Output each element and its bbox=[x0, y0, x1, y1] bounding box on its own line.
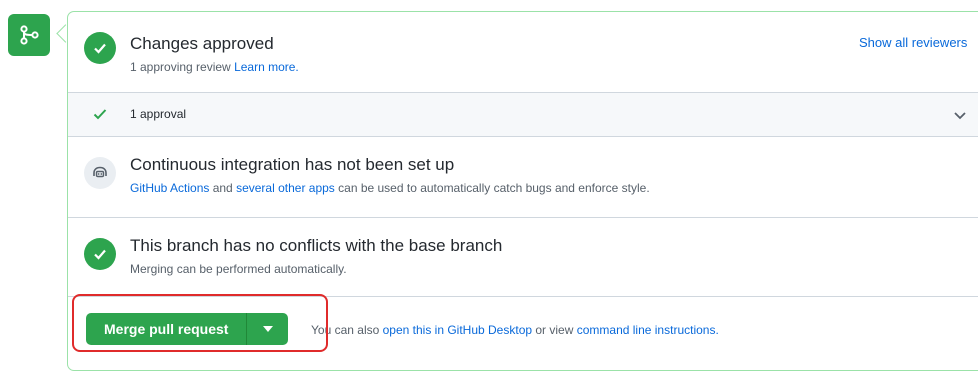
merge-button-group: Merge pull request bbox=[86, 313, 289, 345]
conflicts-section: This branch has no conflicts with the ba… bbox=[68, 218, 978, 296]
review-title: Changes approved bbox=[130, 34, 274, 53]
approval-row[interactable]: 1 approval bbox=[68, 93, 978, 136]
ci-title: Continuous integration has not been set … bbox=[130, 155, 455, 174]
merge-hint-text: You can also bbox=[311, 323, 383, 337]
command-line-instructions-link[interactable]: command line instructions. bbox=[577, 323, 719, 337]
open-github-desktop-link[interactable]: open this in GitHub Desktop bbox=[383, 323, 532, 337]
merge-hint: You can also open this in GitHub Desktop… bbox=[311, 323, 719, 337]
ci-subtitle: GitHub Actions and several other apps ca… bbox=[130, 181, 650, 195]
merge-pull-request-button[interactable]: Merge pull request bbox=[86, 313, 247, 345]
git-merge-icon bbox=[8, 14, 50, 56]
divider bbox=[68, 296, 978, 297]
caret-down-icon bbox=[262, 326, 273, 332]
ci-bot-icon bbox=[84, 157, 116, 189]
review-subtitle: 1 approving review Learn more. bbox=[130, 60, 299, 74]
approval-label: 1 approval bbox=[130, 107, 187, 121]
merge-hint-text: or view bbox=[532, 323, 577, 337]
review-count: 1 approving review bbox=[130, 60, 235, 74]
merge-options-dropdown[interactable] bbox=[246, 313, 289, 345]
review-section: Changes approved 1 approving review Lear… bbox=[68, 12, 978, 92]
conflicts-subtitle: Merging can be performed automatically. bbox=[130, 262, 347, 276]
ci-text: can be used to automatically catch bugs … bbox=[334, 181, 650, 195]
check-circle-icon bbox=[84, 32, 116, 64]
check-circle-icon bbox=[84, 238, 116, 270]
conflicts-title: This branch has no conflicts with the ba… bbox=[130, 236, 503, 255]
show-all-reviewers-link[interactable]: Show all reviewers bbox=[859, 35, 967, 50]
chevron-down-icon[interactable] bbox=[952, 107, 968, 128]
learn-more-link[interactable]: Learn more. bbox=[234, 60, 299, 74]
other-apps-link[interactable]: several other apps bbox=[236, 181, 335, 195]
github-actions-link[interactable]: GitHub Actions bbox=[130, 181, 209, 195]
check-icon bbox=[92, 106, 108, 127]
merge-box: Changes approved 1 approving review Lear… bbox=[67, 11, 978, 371]
ci-section: Continuous integration has not been set … bbox=[68, 137, 978, 217]
ci-text: and bbox=[209, 181, 237, 195]
